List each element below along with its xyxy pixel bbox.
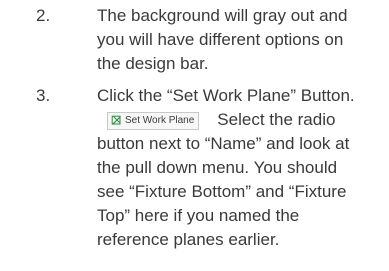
step-text: Click the “Set Work Plane” Button. Set W…: [97, 84, 387, 252]
step-line: Top” here if you named the: [97, 206, 300, 225]
step-line: reference planes earlier.: [97, 230, 280, 249]
step-line: the design bar.: [97, 54, 209, 73]
set-work-plane-icon: [111, 115, 121, 125]
step-line: The background will gray out and: [97, 6, 348, 25]
set-work-plane-button-label: Set Work Plane: [125, 114, 195, 126]
step-number: 2.: [36, 6, 51, 25]
button-line: Set Work Plane Select the radio: [97, 108, 387, 132]
step-text: The background will gray out and you wil…: [97, 4, 387, 76]
step-after-button-text: Select the radio: [217, 110, 336, 129]
set-work-plane-button[interactable]: Set Work Plane: [107, 111, 200, 130]
step-line: Click the “Set Work Plane” Button.: [97, 86, 355, 105]
step-line: see “Fixture Bottom” and “Fixture: [97, 182, 347, 201]
step-line: button next to “Name” and look at: [97, 134, 350, 153]
step-line: you will have different options on: [97, 30, 344, 49]
document-page: 2. The background will gray out and you …: [0, 0, 389, 271]
step-number: 3.: [36, 86, 51, 105]
step-line: the pull down menu. You should: [97, 158, 338, 177]
